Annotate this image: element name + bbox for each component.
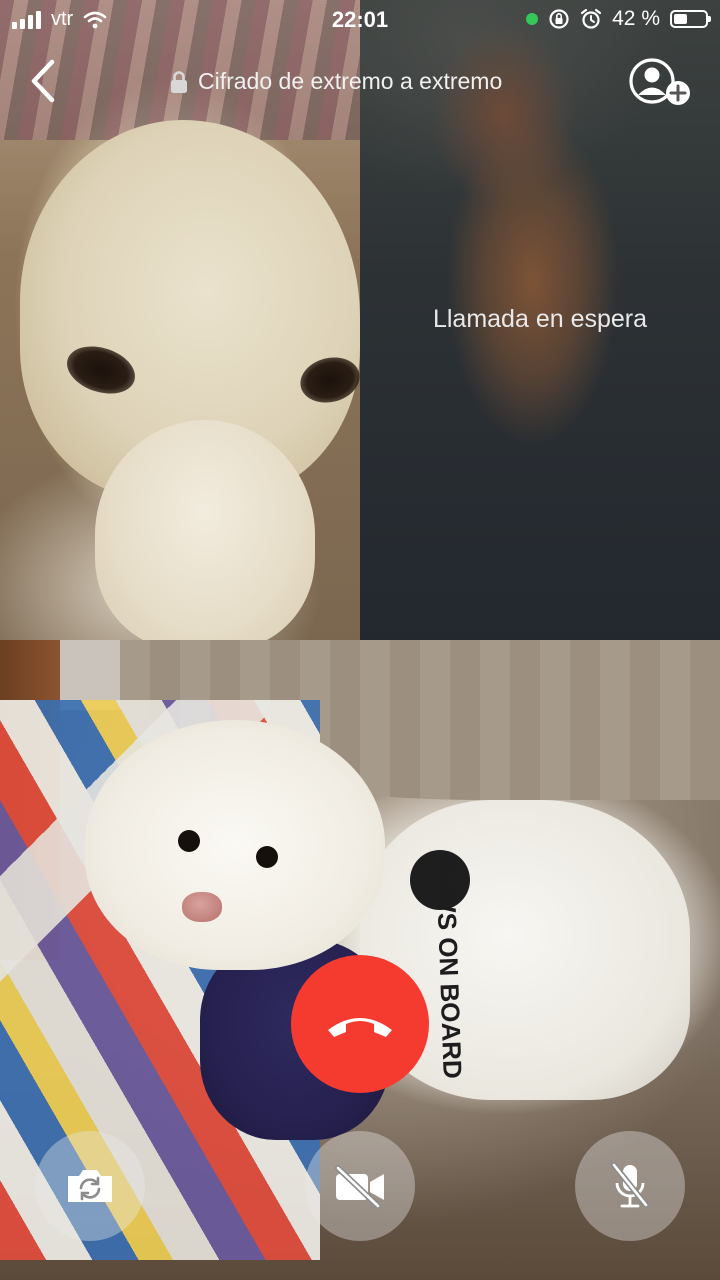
small-dog-head xyxy=(85,720,385,970)
add-participant-button[interactable] xyxy=(626,56,692,108)
rotation-lock-icon xyxy=(549,9,569,29)
small-dog-eye-left xyxy=(178,830,200,852)
status-bar: vtr 22:01 42 % xyxy=(0,0,720,40)
small-dog-nose xyxy=(182,892,222,922)
camera-in-use-dot xyxy=(526,13,539,25)
toggle-mic-button[interactable] xyxy=(575,1131,685,1241)
encryption-notice[interactable]: Cifrado de extremo a extremo xyxy=(170,68,502,95)
toggle-video-button[interactable] xyxy=(305,1131,415,1241)
mic-off-icon xyxy=(611,1162,649,1208)
flip-camera-button[interactable] xyxy=(35,1131,145,1241)
sweater-print-text: PAWS ON BOARD xyxy=(430,854,468,1080)
end-call-button[interactable] xyxy=(291,955,429,1093)
small-dog-eye-right xyxy=(256,846,278,868)
video-off-icon xyxy=(335,1165,384,1208)
status-right-group: 42 % xyxy=(526,7,711,31)
battery-percent: 42 % xyxy=(612,7,660,30)
encryption-label: Cifrado de extremo a extremo xyxy=(198,68,503,94)
battery-icon xyxy=(670,10,711,28)
add-participant-icon xyxy=(629,58,690,105)
lock-icon xyxy=(171,70,187,93)
alarm-icon xyxy=(581,8,602,29)
back-chevron-icon xyxy=(31,59,55,103)
battery-level xyxy=(674,14,687,24)
back-button[interactable] xyxy=(24,56,64,106)
flip-camera-icon xyxy=(68,1170,112,1202)
dog-muzzle xyxy=(95,420,315,640)
end-call-icon xyxy=(328,1018,392,1037)
call-waiting-label: Llamada en espera xyxy=(432,305,648,333)
